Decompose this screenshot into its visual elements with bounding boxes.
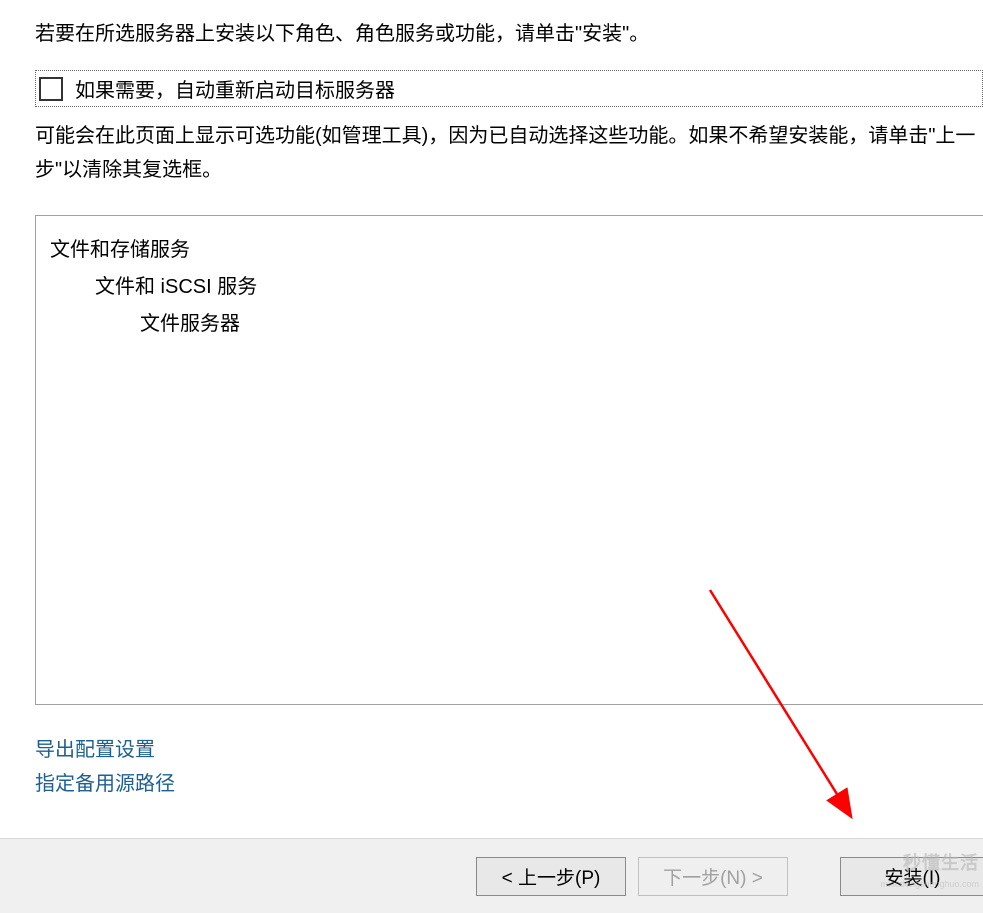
tree-item: 文件和 iSCSI 服务 (50, 269, 969, 306)
footer-bar: < 上一步(P) 下一步(N) > 安装(I) (0, 838, 983, 913)
auto-restart-checkbox-row[interactable]: 如果需要，自动重新启动目标服务器 (35, 70, 983, 107)
export-config-link[interactable]: 导出配置设置 (35, 733, 155, 767)
previous-button[interactable]: < 上一步(P) (476, 857, 626, 896)
alt-source-path-link[interactable]: 指定备用源路径 (35, 767, 175, 801)
install-button[interactable]: 安装(I) (840, 857, 983, 896)
instruction-text: 若要在所选服务器上安装以下角色、角色服务或功能，请单击"安装"。 (35, 20, 983, 48)
features-tree-box: 文件和存储服务 文件和 iSCSI 服务 文件服务器 (35, 215, 983, 705)
next-button: 下一步(N) > (638, 857, 788, 896)
tree-item: 文件服务器 (50, 306, 969, 343)
auto-restart-label: 如果需要，自动重新启动目标服务器 (75, 74, 395, 103)
description-text: 可能会在此页面上显示可选功能(如管理工具)，因为已自动选择这些功能。如果不希望安… (35, 119, 983, 187)
tree-item: 文件和存储服务 (50, 232, 969, 269)
auto-restart-checkbox[interactable] (39, 77, 63, 101)
